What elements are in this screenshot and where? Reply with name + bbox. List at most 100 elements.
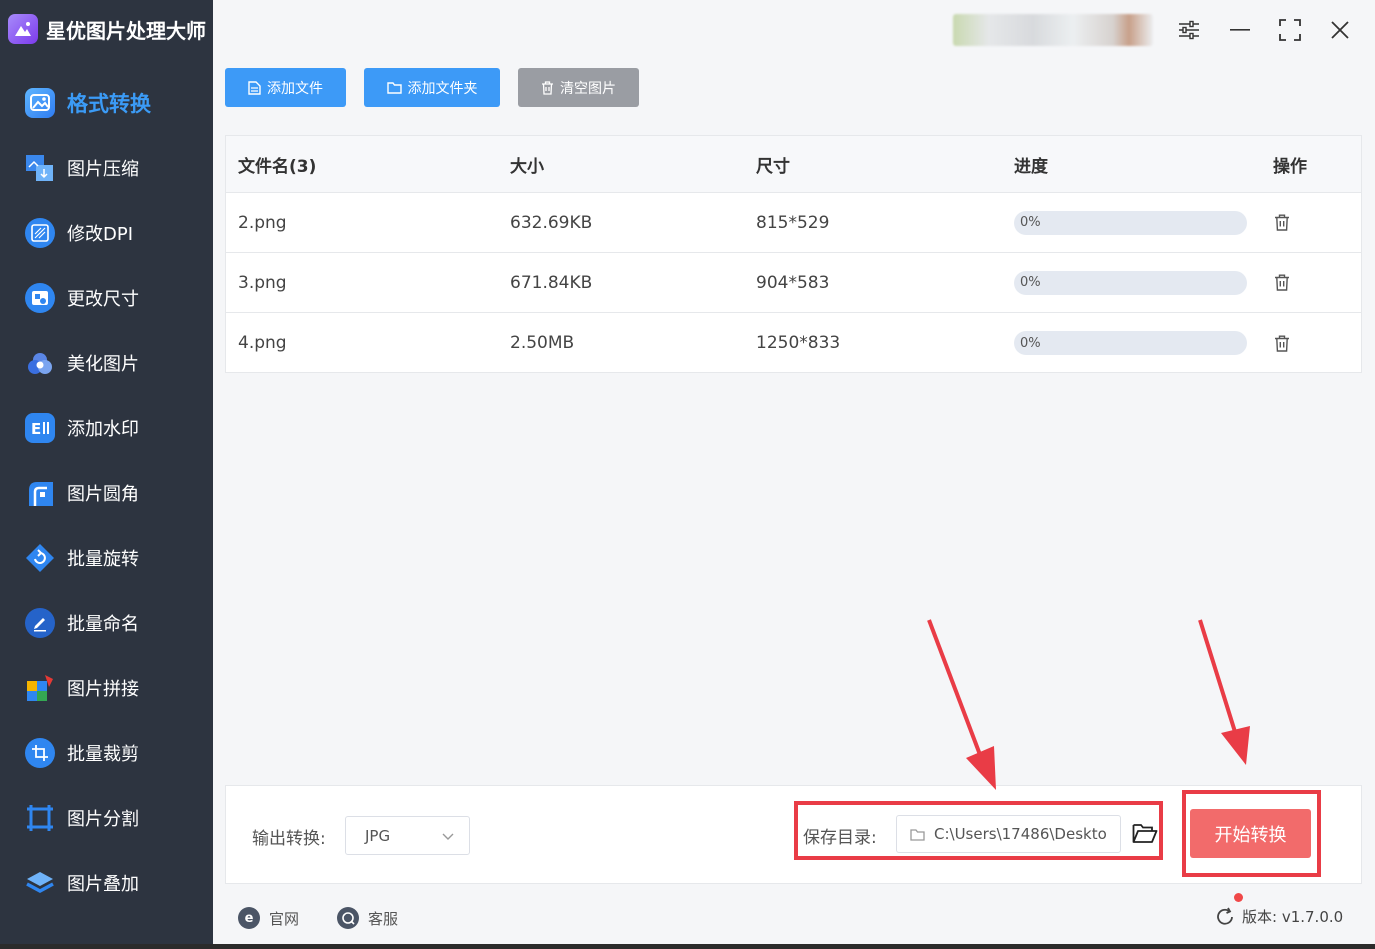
file-size: 671.84KB [510, 272, 593, 293]
sidebar-item-label: 批量旋转 [67, 548, 139, 570]
sidebar-item-dpi[interactable]: 修改DPI [0, 200, 213, 265]
minimize-icon[interactable] [1224, 14, 1256, 46]
sidebar-item-format-convert[interactable]: 格式转换 [0, 70, 213, 135]
beautify-icon [25, 348, 55, 378]
chat-support-icon [337, 907, 359, 929]
maximize-icon[interactable] [1274, 14, 1306, 46]
annotation-box-start-button [1182, 790, 1321, 877]
sidebar-item-image-compress[interactable]: 图片压缩 [0, 135, 213, 200]
progress-bar: 0% [1014, 313, 1247, 373]
ie-browser-icon: e [238, 907, 260, 929]
resize-icon [25, 282, 55, 313]
file-name: 3.png [238, 272, 287, 293]
sidebar-item-label: 添加水印 [67, 418, 139, 440]
sidebar-item-label: 图片圆角 [67, 483, 139, 505]
progress-text: 0% [1020, 275, 1041, 290]
sidebar-item-label: 图片压缩 [67, 158, 139, 180]
user-avatar-blurred[interactable] [953, 14, 1153, 46]
column-header-action: 操作 [1273, 156, 1307, 177]
folder-icon [386, 82, 402, 94]
sidebar-item-puzzle[interactable]: 图片拼接 [0, 655, 213, 720]
sidebar-item-layers[interactable]: 图片叠加 [0, 850, 213, 915]
sidebar-item-split[interactable]: 图片分割 [0, 785, 213, 850]
rotate-icon [25, 543, 55, 573]
refresh-icon [1217, 907, 1233, 925]
dpi-icon [25, 217, 55, 248]
image-format-icon [25, 87, 55, 118]
delete-row-icon[interactable] [1274, 253, 1290, 312]
close-icon[interactable] [1324, 14, 1356, 46]
sidebar-item-label: 美化图片 [67, 353, 139, 375]
version-info[interactable]: 版本: v1.7.0.0 [1215, 906, 1343, 927]
app-title: 星优图片处理大师 [8, 12, 206, 46]
split-icon [25, 803, 55, 833]
file-dimensions: 904*583 [756, 272, 830, 293]
update-notification-dot [1234, 893, 1243, 902]
progress-text: 0% [1020, 215, 1041, 230]
add-file-label: 添加文件 [267, 80, 323, 97]
file-icon [248, 80, 261, 95]
file-name: 4.png [238, 333, 287, 353]
chevron-down-icon [442, 833, 454, 840]
crop-icon [25, 737, 55, 768]
progress-bar: 0% [1014, 193, 1247, 252]
website-link[interactable]: e 官网 [238, 907, 299, 929]
clear-images-button[interactable]: 清空图片 [518, 68, 639, 107]
clear-images-label: 清空图片 [560, 80, 616, 97]
watermark-icon: E [25, 412, 55, 443]
puzzle-icon [25, 673, 55, 703]
file-size: 632.69KB [510, 212, 593, 233]
sidebar-item-label: 图片分割 [67, 808, 139, 830]
progress-bar: 0% [1014, 253, 1247, 312]
file-dimensions: 1250*833 [756, 333, 841, 353]
sidebar-item-watermark[interactable]: E 添加水印 [0, 395, 213, 460]
sidebar: 星优图片处理大师 格式转换 图片压缩 修改DPI 更改尺寸 美化图片 E 添加水… [0, 0, 213, 949]
sidebar-item-label: 修改DPI [67, 223, 134, 245]
table-empty-area [225, 373, 1362, 783]
sidebar-item-rounded-corner[interactable]: 图片圆角 [0, 460, 213, 525]
column-header-progress: 进度 [1014, 156, 1048, 177]
rounded-corner-icon [25, 478, 55, 508]
layers-icon [25, 868, 55, 898]
progress-text: 0% [1020, 335, 1041, 351]
support-link[interactable]: 客服 [337, 907, 398, 929]
sidebar-nav: 格式转换 图片压缩 修改DPI 更改尺寸 美化图片 E 添加水印 图片圆角 批量… [0, 70, 213, 915]
column-header-size: 大小 [510, 156, 544, 177]
sidebar-item-label: 批量命名 [67, 613, 139, 635]
column-header-dimensions: 尺寸 [756, 156, 790, 177]
column-header-filename: 文件名(3) [238, 156, 317, 177]
website-label: 官网 [269, 909, 300, 928]
output-format-label: 输出转换: [252, 829, 326, 849]
add-folder-button[interactable]: 添加文件夹 [364, 68, 500, 107]
delete-row-icon[interactable] [1274, 193, 1290, 252]
delete-row-icon[interactable] [1274, 313, 1290, 373]
sidebar-item-label: 批量裁剪 [67, 743, 139, 765]
output-format-select[interactable]: JPG [345, 816, 470, 855]
svg-text:E: E [31, 420, 41, 438]
table-row: 4.png 2.50MB 1250*833 0% [226, 313, 1361, 373]
bottom-edge-strip [0, 944, 1375, 949]
image-compress-icon [25, 153, 55, 183]
file-dimensions: 815*529 [756, 212, 830, 233]
sidebar-item-label: 图片叠加 [67, 873, 139, 895]
app-logo-icon [8, 14, 38, 44]
sidebar-item-label: 图片拼接 [67, 678, 139, 700]
support-label: 客服 [368, 909, 399, 928]
app-name: 星优图片处理大师 [46, 18, 206, 43]
sidebar-item-rename[interactable]: 批量命名 [0, 590, 213, 655]
sidebar-item-crop[interactable]: 批量裁剪 [0, 720, 213, 785]
sidebar-item-resize[interactable]: 更改尺寸 [0, 265, 213, 330]
annotation-box-save-directory [794, 801, 1163, 860]
table-row: 2.png 632.69KB 815*529 0% [226, 193, 1361, 253]
sidebar-item-label: 格式转换 [67, 91, 151, 116]
add-file-button[interactable]: 添加文件 [225, 68, 346, 107]
sidebar-item-beautify[interactable]: 美化图片 [0, 330, 213, 395]
sidebar-item-rotate[interactable]: 批量旋转 [0, 525, 213, 590]
settings-sliders-icon[interactable] [1173, 14, 1205, 46]
table-header: 文件名(3) 大小 尺寸 进度 操作 [226, 136, 1361, 193]
file-table: 文件名(3) 大小 尺寸 进度 操作 2.png 632.69KB 815*52… [225, 135, 1362, 373]
table-row: 3.png 671.84KB 904*583 0% [226, 253, 1361, 313]
output-format-value: JPG [365, 826, 391, 845]
version-label: 版本: v1.7.0.0 [1242, 908, 1344, 926]
rename-icon [25, 607, 55, 638]
